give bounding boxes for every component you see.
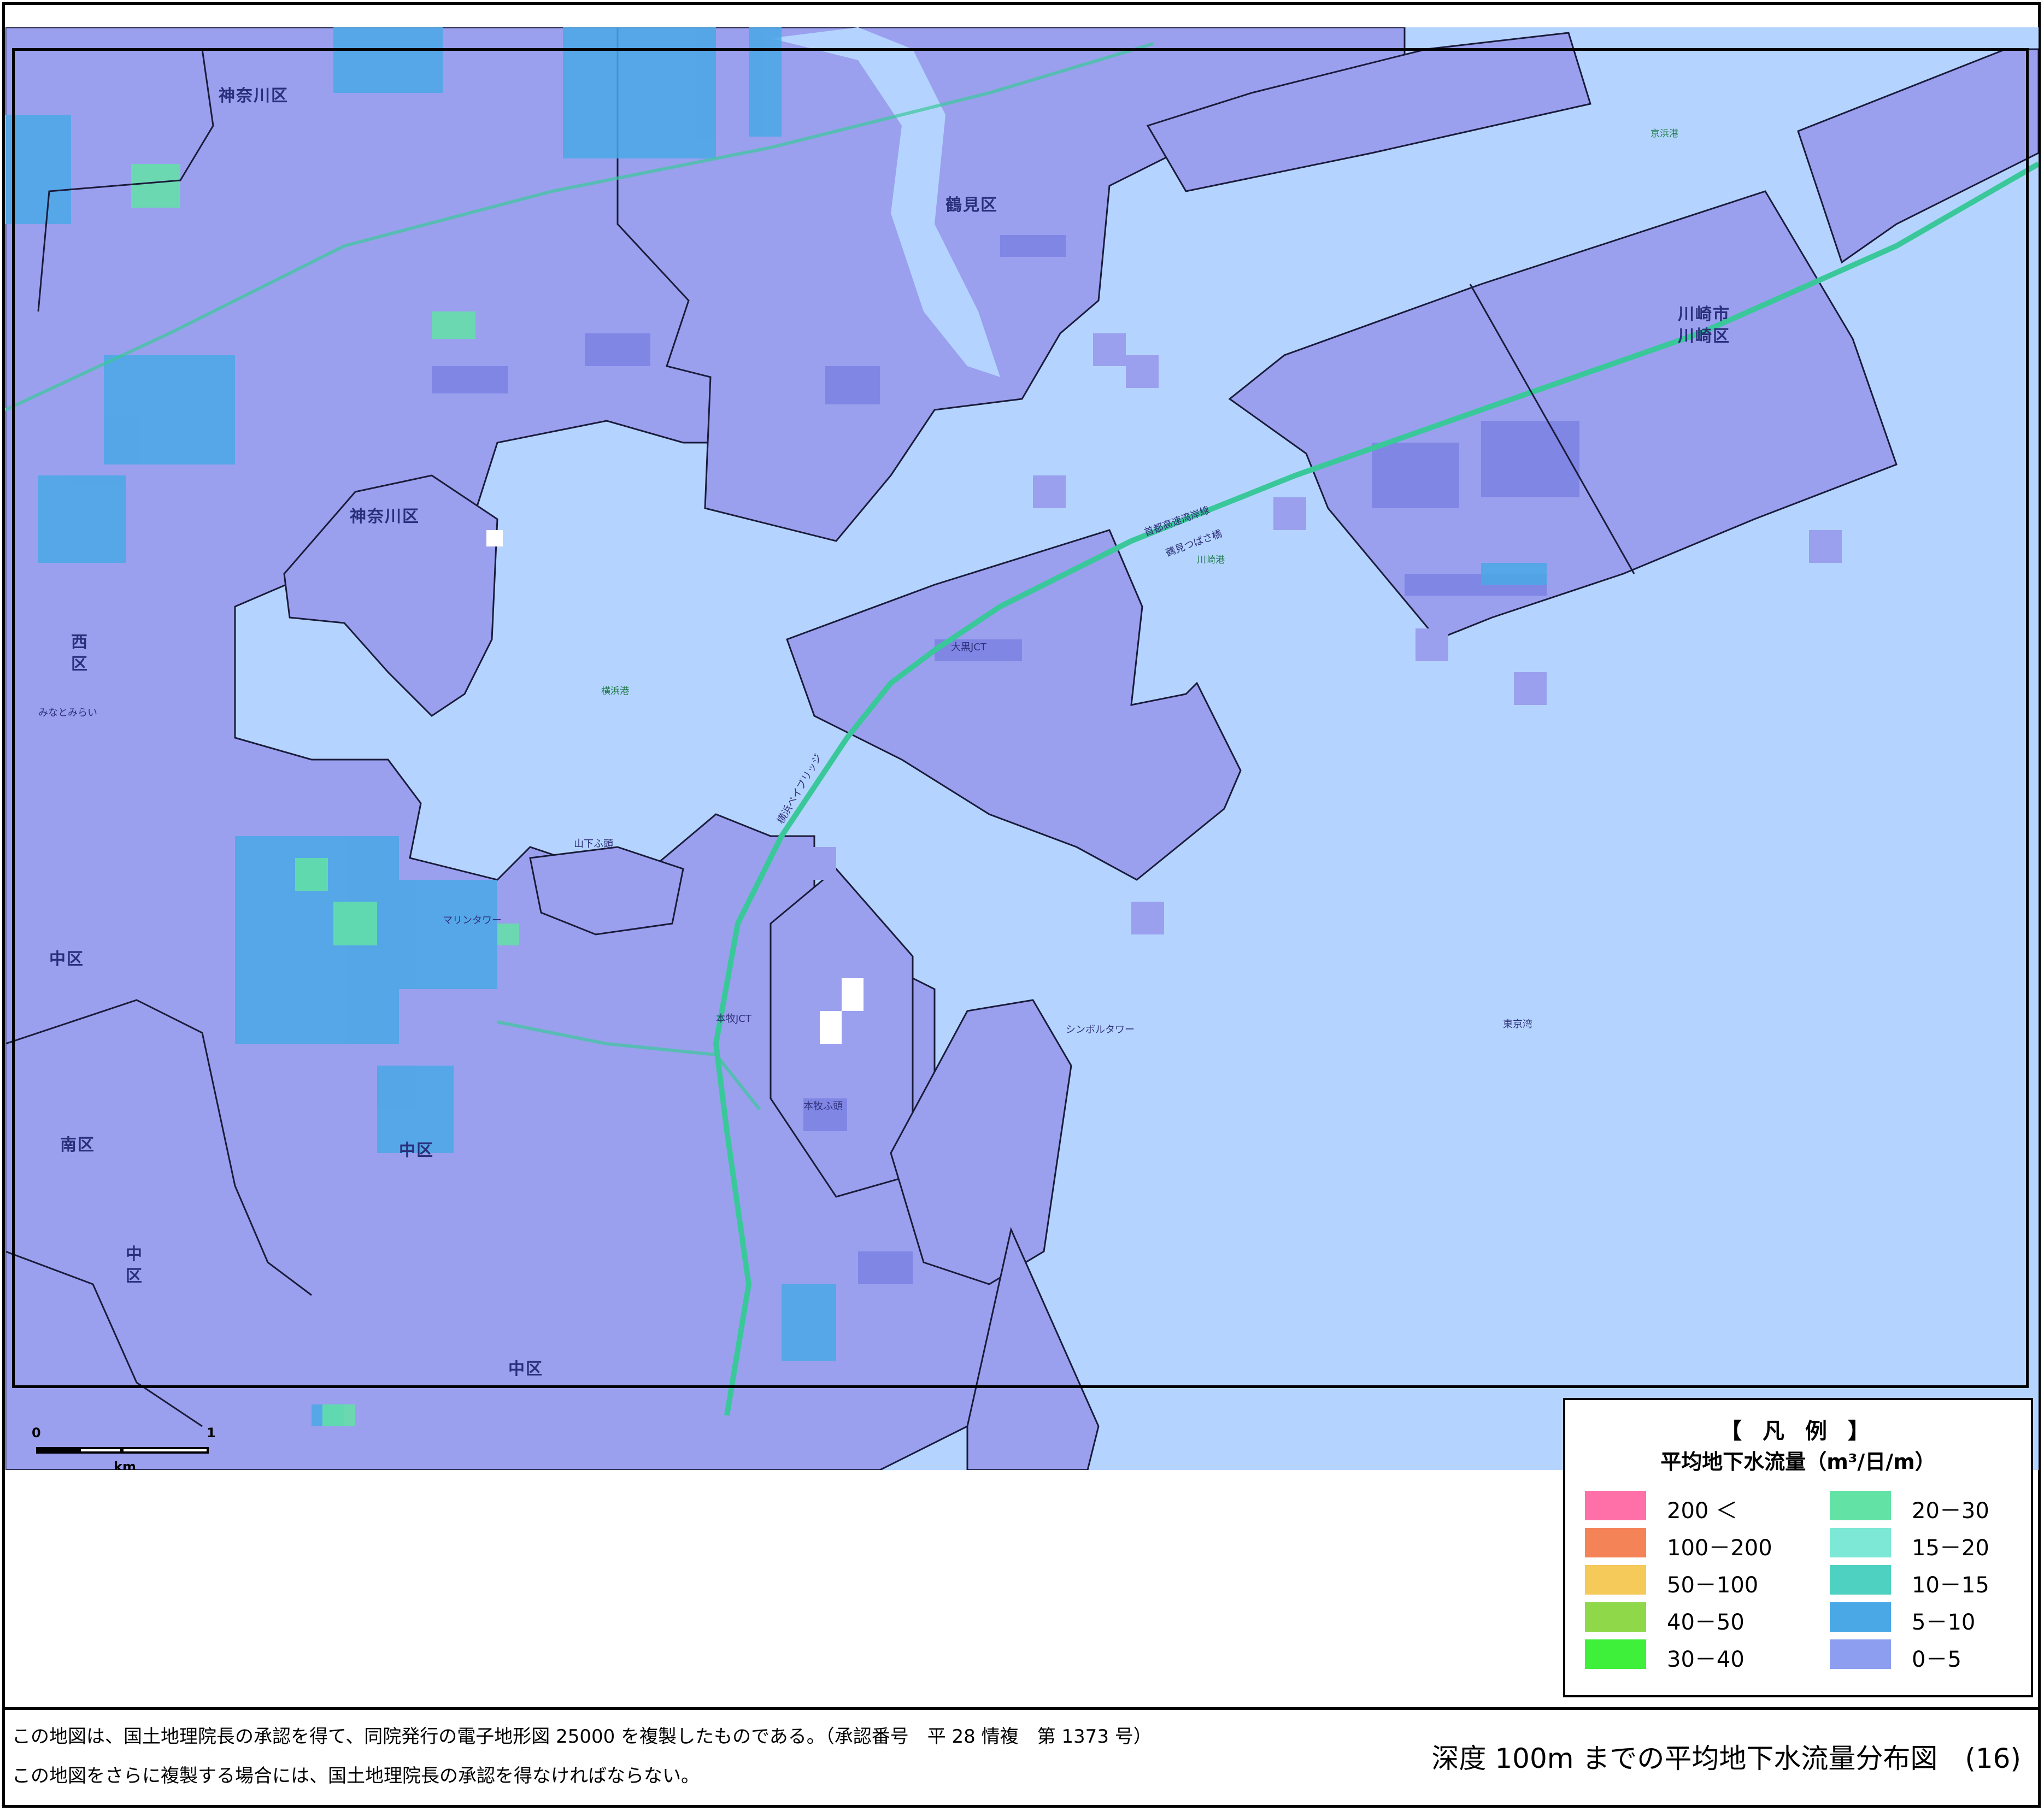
legend-swatch: [1585, 1602, 1646, 1632]
legend-swatch: [1585, 1565, 1646, 1595]
legend-swatch: [1830, 1639, 1891, 1669]
label-yamashita-pier: 山下ふ頭: [574, 838, 613, 850]
legend-swatch: [1585, 1639, 1646, 1669]
label-minatomirai: みなとみらい: [38, 707, 97, 719]
legend: 【 凡 例 】 平均地下水流量（m³/日/m） 200 ＜ 100－200 50…: [1563, 1398, 2033, 1697]
label-nishi-2: 区: [71, 655, 89, 674]
legend-swatch: [1830, 1565, 1891, 1595]
label-symbol-tower: シンボルタワー: [1066, 1024, 1135, 1036]
scale-zero: 0: [32, 1425, 41, 1440]
legend-swatch: [1830, 1602, 1891, 1632]
scale-bar: 0 1 km: [32, 1425, 218, 1470]
scale-unit: km: [114, 1459, 136, 1470]
legend-swatch: [1585, 1491, 1646, 1520]
legend-subtitle: 平均地下水流量（m³/日/m）: [1660, 1450, 1936, 1474]
legend-swatch: [1585, 1528, 1646, 1557]
legend-label: 0－5: [1912, 1647, 1961, 1672]
label-kawasaki-port: 川崎港: [1197, 555, 1225, 566]
legend-swatch: [1830, 1528, 1891, 1557]
label-honmoku-pier: 本牧ふ頭: [803, 1101, 843, 1112]
footer-copyright-line-1: この地図は、国土地理院長の承認を得て、同院発行の電子地形図 25000 を複製し…: [12, 1726, 1152, 1748]
legend-label: 20－30: [1912, 1498, 1989, 1524]
scale-one: 1: [207, 1425, 216, 1440]
label-kanagawa-mid: 神奈川区: [350, 507, 420, 526]
label-tokyo-bay: 東京湾: [1503, 1019, 1532, 1030]
legend-label: 40－50: [1667, 1610, 1745, 1635]
legend-label: 50－100: [1667, 1573, 1759, 1598]
scale-bar-segment-2: [79, 1447, 122, 1454]
label-nishi-1: 西: [71, 633, 89, 652]
label-naka-center: 中区: [399, 1141, 434, 1160]
label-honmoku-jct: 本牧JCT: [716, 1013, 751, 1025]
label-minami: 南区: [60, 1136, 95, 1155]
legend-label: 10－15: [1912, 1573, 1989, 1598]
label-tsurumi: 鶴見区: [945, 196, 998, 215]
scale-bar-segment-1: [36, 1447, 80, 1454]
label-naka-left-2: 区: [126, 1267, 143, 1286]
label-naka-bottom: 中区: [508, 1360, 543, 1379]
legend-label: 100－200: [1667, 1536, 1772, 1561]
label-kanagawa-top: 神奈川区: [219, 86, 289, 105]
label-naka-left-1: 中: [126, 1245, 143, 1264]
label-marine-tower: マリンタワー: [443, 915, 502, 926]
label-kawasaki-city: 川崎市: [1678, 305, 1730, 324]
label-yokohama-port: 横浜港: [601, 686, 629, 697]
legend-swatch: [1830, 1491, 1891, 1520]
label-keihin-port: 京浜港: [1651, 128, 1678, 139]
legend-title: 【 凡 例 】: [1720, 1419, 1876, 1444]
map-title: 深度 100m までの平均地下水流量分布図 (16): [1431, 1743, 2021, 1774]
footer-copyright-line-2: この地図をさらに複製する場合には、国土地理院長の承認を得なければならない。: [12, 1765, 700, 1787]
label-daikoku-jct: 大黒JCT: [951, 642, 986, 653]
legend-label: 200 ＜: [1667, 1498, 1738, 1524]
map-canvas: [5, 27, 2039, 1470]
label-naka-west: 中区: [49, 950, 84, 969]
scale-bar-segment-3: [121, 1447, 209, 1454]
footer-divider: [2, 1707, 2041, 1710]
map-area[interactable]: 神奈川区 神奈川区 鶴見区 川崎市 川崎区 西 区 中区 中区 南区 中 区 中…: [5, 27, 2039, 1470]
legend-label: 30－40: [1667, 1647, 1745, 1672]
legend-label: 15－20: [1912, 1536, 1989, 1561]
legend-label: 5－10: [1912, 1610, 1976, 1635]
label-kawasaki-ward: 川崎区: [1678, 327, 1730, 346]
